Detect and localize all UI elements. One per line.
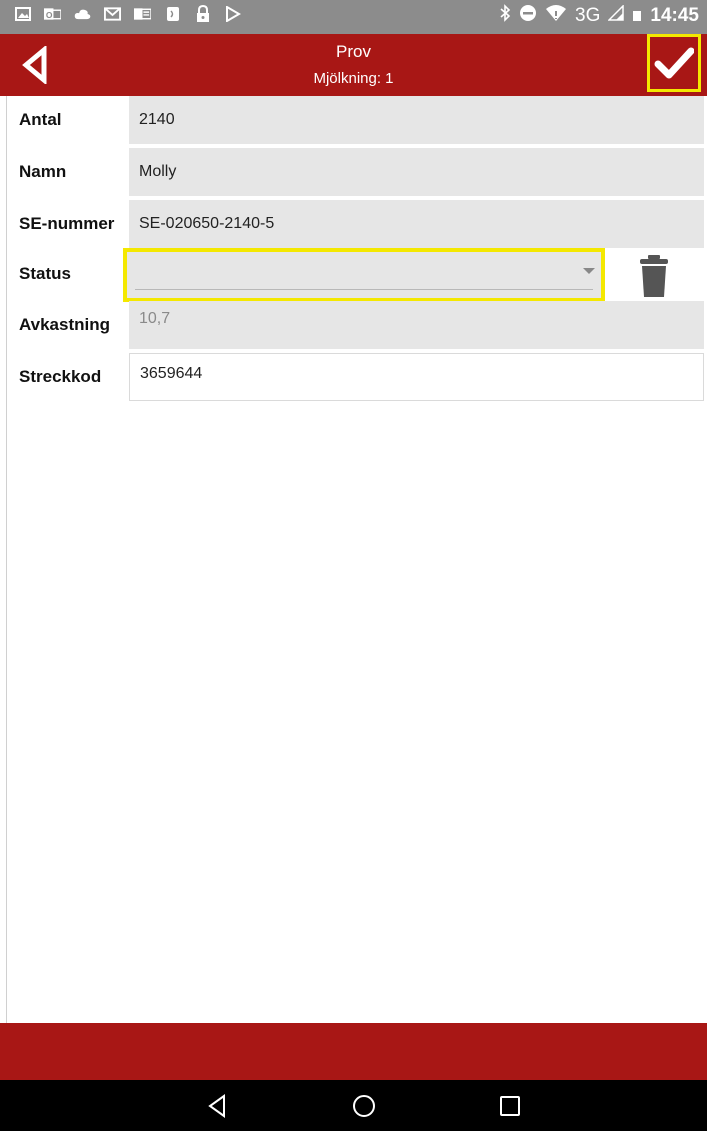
se-nummer-field[interactable]: SE-020650-2140-5: [129, 200, 704, 248]
form-row-status: Status: [7, 248, 707, 302]
lock-icon: [194, 4, 211, 22]
form-row-avkastning: Avkastning 10,7: [7, 301, 707, 349]
status-label: Status: [19, 264, 71, 283]
nav-back-icon: [208, 1094, 225, 1118]
system-icons: 3G 14:45: [499, 4, 699, 28]
do-not-disturb-icon: [519, 4, 537, 28]
namn-field[interactable]: Molly: [129, 148, 704, 196]
form-row-streckkod: Streckkod 3659644: [7, 353, 707, 401]
delete-status-button[interactable]: [637, 254, 673, 298]
clock: 14:45: [650, 5, 699, 26]
svg-text:O: O: [46, 9, 53, 19]
trash-icon: [640, 255, 668, 297]
confirm-button[interactable]: [647, 34, 701, 92]
battery-icon: [632, 4, 642, 28]
checkmark-icon: [654, 47, 694, 79]
system-nav-bar: [0, 1080, 707, 1131]
streckkod-field[interactable]: 3659644: [129, 353, 704, 401]
signal-icon: [607, 4, 625, 27]
form-content: Antal 2140 Namn Molly SE-nummer SE-02065…: [6, 96, 707, 1024]
bluetooth-icon: [499, 4, 511, 28]
antal-field[interactable]: 2140: [129, 96, 704, 144]
footer-bar: [0, 1023, 707, 1080]
notification-icons: O: [14, 4, 241, 22]
se-nummer-label: SE-nummer: [19, 214, 115, 233]
app-header: Prov Mjölkning: 1: [0, 34, 707, 96]
chevron-down-icon: [583, 268, 595, 274]
nav-recents-button[interactable]: [496, 1092, 524, 1120]
namn-label: Namn: [19, 162, 67, 181]
streckkod-label: Streckkod: [19, 367, 102, 386]
page-title: Prov: [336, 42, 371, 61]
form-row-namn: Namn Molly: [7, 148, 707, 196]
page-subtitle: Mjölkning: 1: [313, 70, 394, 87]
wifi-icon: [545, 4, 567, 28]
status-bar: O 3G 14:45: [0, 0, 707, 34]
status-dropdown[interactable]: [123, 248, 605, 302]
avkastning-field: 10,7: [129, 301, 704, 349]
antal-label: Antal: [19, 110, 62, 129]
play-icon: [224, 5, 241, 22]
outlook-icon: O: [44, 5, 61, 22]
form-row-se-nummer: SE-nummer SE-020650-2140-5: [7, 200, 707, 248]
form-row-antal: Antal 2140: [7, 96, 707, 144]
avkastning-label: Avkastning: [19, 315, 111, 334]
nav-home-icon: [353, 1095, 375, 1117]
status-underline: [135, 289, 593, 290]
nav-back-button[interactable]: [204, 1092, 232, 1120]
outlook-calendar-icon: [134, 5, 151, 22]
nfc-icon: [164, 5, 181, 22]
nav-home-button[interactable]: [350, 1092, 378, 1120]
gallery-icon: [14, 5, 31, 22]
network-type: 3G: [575, 5, 601, 26]
nav-recents-icon: [500, 1096, 520, 1116]
gmail-icon: [104, 5, 121, 22]
cloud-icon: [74, 5, 91, 22]
